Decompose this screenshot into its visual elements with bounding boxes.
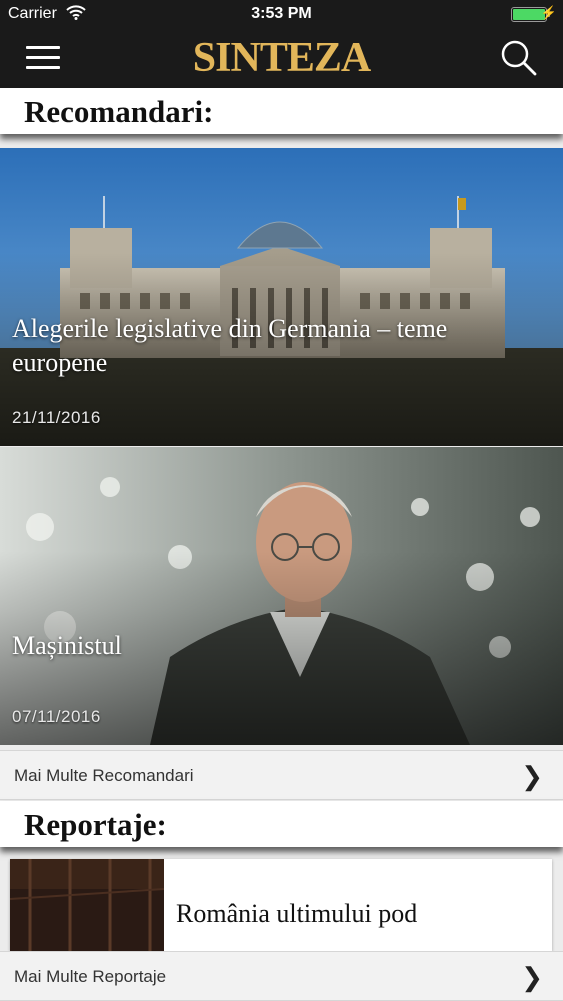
article-headline[interactable]: Alegerile legislative din Germania – tem… bbox=[12, 312, 523, 380]
chevron-right-icon: ❯ bbox=[521, 761, 543, 791]
more-recommendations-label: Mai Multe Recomandari bbox=[14, 766, 194, 785]
reports-header: Reportaje: bbox=[0, 801, 563, 847]
section-title: Recomandari: bbox=[24, 94, 214, 129]
article-card[interactable]: Alegerile legislative din Germania – tem… bbox=[0, 148, 563, 446]
more-reports-label: Mai Multe Reportaje bbox=[14, 967, 167, 986]
article-date: 07/11/2016 bbox=[12, 707, 101, 726]
more-reports-button[interactable]: Mai Multe Reportaje ❯ bbox=[0, 951, 563, 1001]
section-title: Reportaje: bbox=[24, 807, 167, 842]
article-date: 21/11/2016 bbox=[12, 408, 101, 427]
sinteza-logo[interactable]: SINTEZA bbox=[0, 34, 563, 82]
report-title: România ultimului pod bbox=[176, 899, 418, 928]
charging-icon: ⚡ bbox=[540, 5, 557, 20]
status-bar: Carrier 3:53 PM ⚡ bbox=[0, 0, 563, 28]
report-list-item[interactable]: România ultimului pod bbox=[10, 859, 552, 951]
app-header: SINTEZA bbox=[0, 28, 563, 88]
recommendations-header: Recomandari: bbox=[0, 88, 563, 134]
article-headline[interactable]: Mașinistul bbox=[12, 629, 523, 663]
report-thumbnail bbox=[10, 859, 164, 951]
search-icon[interactable] bbox=[499, 38, 539, 78]
chevron-right-icon: ❯ bbox=[521, 962, 543, 992]
more-recommendations-button[interactable]: Mai Multe Recomandari ❯ bbox=[0, 750, 563, 800]
article-card[interactable]: Mașinistul 07/11/2016 bbox=[0, 447, 563, 745]
clock: 3:53 PM bbox=[251, 5, 312, 22]
